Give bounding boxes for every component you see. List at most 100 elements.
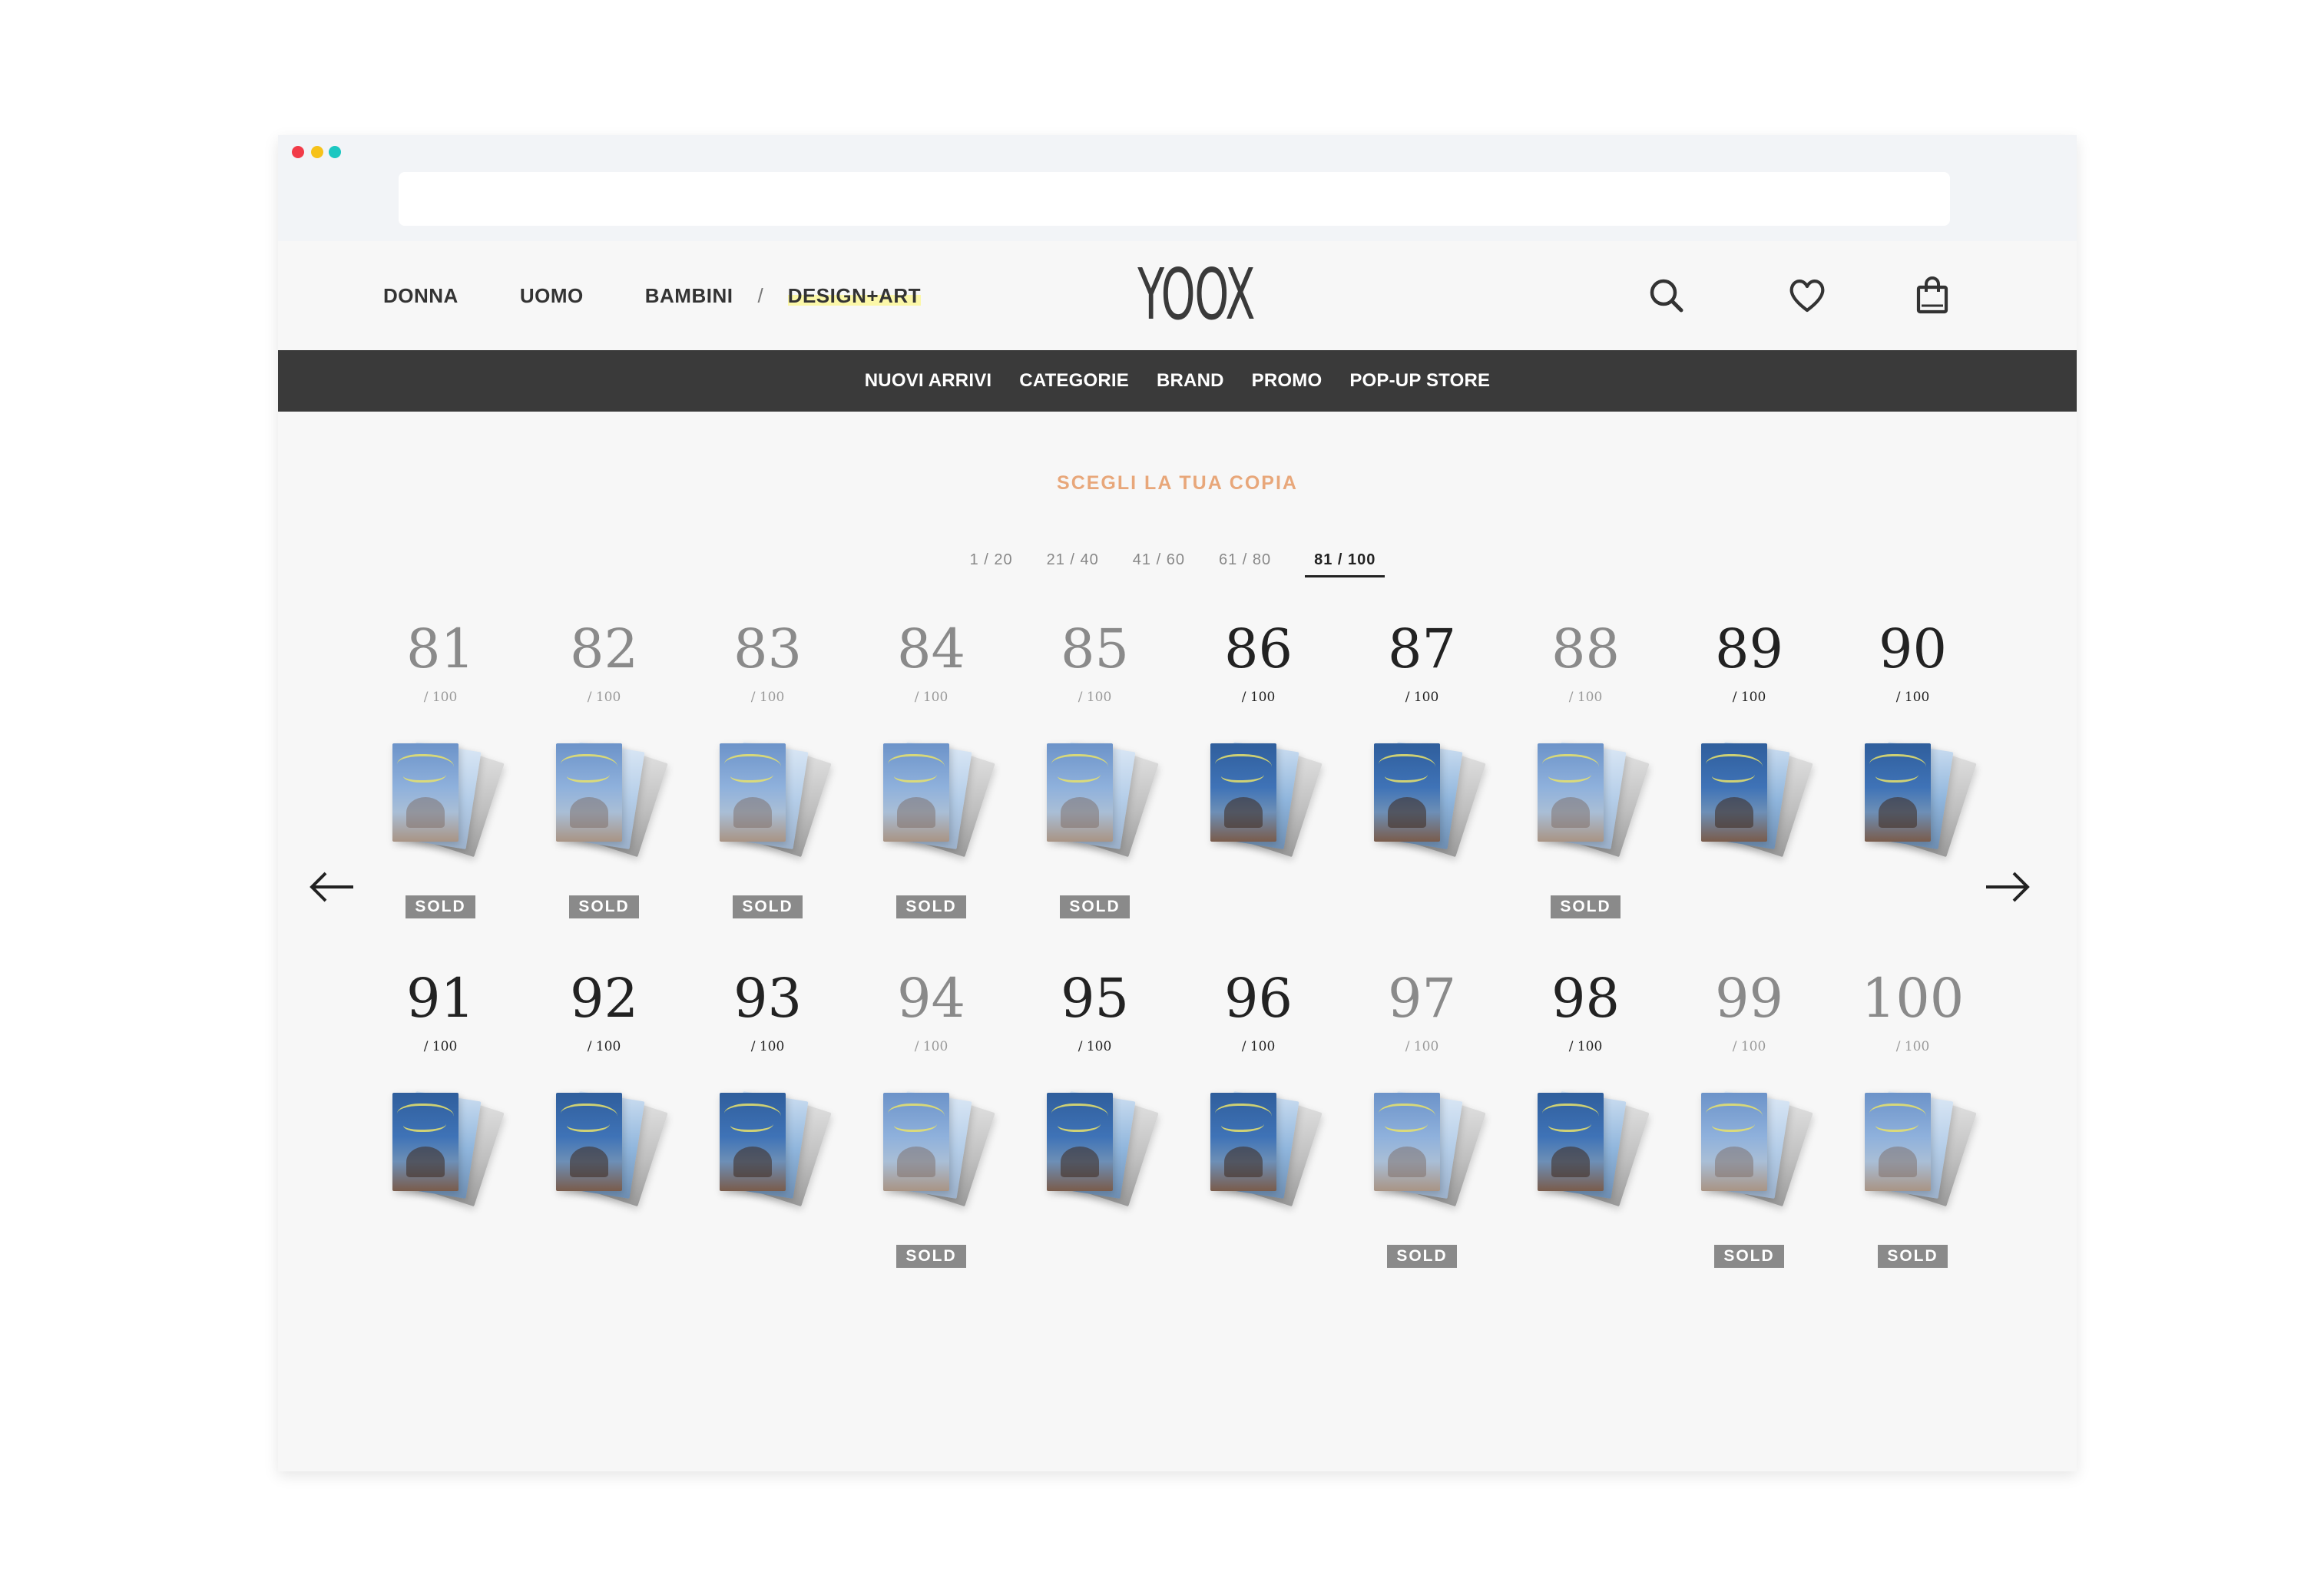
- copy-card[interactable]: 92 / 100: [522, 968, 686, 1318]
- copy-card: 85 / 100 SOLD: [1013, 619, 1177, 968]
- menu-categorie[interactable]: CATEGORIE: [1019, 370, 1129, 392]
- site-logo[interactable]: YOOX: [1137, 260, 1255, 330]
- copy-card[interactable]: 98 / 100: [1504, 968, 1667, 1318]
- booklet-image[interactable]: [1848, 734, 1978, 865]
- copy-total: / 100: [1568, 690, 1603, 705]
- cover-figure: [1714, 797, 1753, 828]
- close-window-dot[interactable]: [292, 146, 304, 158]
- copy-number: 90: [1878, 617, 1948, 680]
- minimize-window-dot[interactable]: [311, 146, 323, 158]
- copy-total: / 100: [1732, 690, 1766, 705]
- browser-chrome: [278, 135, 2077, 241]
- shopping-bag-icon[interactable]: [1912, 275, 1953, 316]
- copy-card: 100 / 100 SOLD: [1831, 968, 1995, 1318]
- cover-title-art: [1548, 1116, 1591, 1132]
- copy-card[interactable]: 90 / 100: [1831, 619, 1995, 968]
- copy-number: 86: [1223, 617, 1293, 680]
- cover-title-art: [566, 1116, 610, 1132]
- copy-number: 81: [406, 617, 475, 680]
- cover-figure: [406, 797, 445, 828]
- booklet-image[interactable]: [1030, 1084, 1160, 1214]
- top-nav: DONNA UOMO BAMBINI / DESIGN+ART: [383, 284, 921, 308]
- copy-total: / 100: [1405, 690, 1439, 705]
- copy-total: / 100: [914, 690, 948, 705]
- cover-title-art: [893, 766, 937, 783]
- nav-bambini[interactable]: BAMBINI: [645, 284, 733, 308]
- cover-title-art: [1057, 766, 1101, 783]
- page-tab-41-60[interactable]: 41 / 60: [1133, 551, 1185, 577]
- copy-card[interactable]: 91 / 100: [359, 968, 522, 1318]
- copy-card[interactable]: 93 / 100: [686, 968, 849, 1318]
- cover-title-art: [1220, 766, 1264, 783]
- copy-total: / 100: [1078, 690, 1112, 705]
- booklet-image[interactable]: [1193, 734, 1324, 865]
- copy-total: / 100: [1895, 1039, 1930, 1054]
- nav-uomo[interactable]: UOMO: [520, 284, 584, 308]
- copy-card: 81 / 100 SOLD: [359, 619, 522, 968]
- booklet-image[interactable]: [703, 1084, 833, 1214]
- page-tab-1-20[interactable]: 1 / 20: [970, 551, 1013, 577]
- copy-total: / 100: [1895, 690, 1930, 705]
- cover-page: [555, 1093, 622, 1191]
- copy-number: 96: [1223, 967, 1293, 1030]
- copy-number: 95: [1060, 967, 1130, 1030]
- copy-total: / 100: [1732, 1039, 1766, 1054]
- menu-pop-up-store[interactable]: POP-UP STORE: [1349, 370, 1490, 392]
- booklet-image: [376, 734, 506, 865]
- maximize-window-dot[interactable]: [329, 146, 341, 158]
- page-tab-21-40[interactable]: 21 / 40: [1047, 551, 1099, 577]
- cover-page: [882, 743, 949, 842]
- cover-figure: [1878, 797, 1917, 828]
- booklet-image[interactable]: [1193, 1084, 1324, 1214]
- page-tab-81-100[interactable]: 81 / 100: [1305, 551, 1385, 577]
- copy-total: / 100: [587, 690, 621, 705]
- copy-total: / 100: [750, 690, 785, 705]
- booklet-image[interactable]: [539, 1084, 670, 1214]
- booklet-image[interactable]: [1357, 734, 1488, 865]
- booklet-image[interactable]: [376, 1084, 506, 1214]
- copy-card[interactable]: 86 / 100: [1177, 619, 1340, 968]
- cover-page: [1046, 1093, 1113, 1191]
- booklet-image: [866, 1084, 997, 1214]
- booklet-image: [1357, 1084, 1488, 1214]
- cover-figure: [1551, 1147, 1590, 1177]
- cover-figure: [1387, 1147, 1426, 1177]
- copy-number: 98: [1551, 967, 1621, 1030]
- copy-number: 82: [569, 617, 639, 680]
- page-tab-61-80[interactable]: 61 / 80: [1219, 551, 1271, 577]
- menu-brand[interactable]: BRAND: [1157, 370, 1224, 392]
- copy-number: 100: [1861, 967, 1965, 1030]
- copy-card[interactable]: 96 / 100: [1177, 968, 1340, 1318]
- category-navbar: NUOVI ARRIVI CATEGORIE BRAND PROMO POP-U…: [278, 350, 2077, 412]
- copy-number: 99: [1714, 967, 1784, 1030]
- booklet-image[interactable]: [1521, 1084, 1651, 1214]
- menu-nuovi-arrivi[interactable]: NUOVI ARRIVI: [865, 370, 992, 392]
- arrow-left-icon[interactable]: [309, 868, 356, 906]
- cover-page: [1210, 743, 1276, 842]
- copy-total: / 100: [1078, 1039, 1112, 1054]
- copy-card[interactable]: 87 / 100: [1340, 619, 1504, 968]
- booklet-image: [866, 734, 997, 865]
- copy-card[interactable]: 89 / 100: [1667, 619, 1831, 968]
- nav-donna[interactable]: DONNA: [383, 284, 459, 308]
- search-icon[interactable]: [1646, 275, 1687, 316]
- copy-number: 85: [1060, 617, 1130, 680]
- address-bar[interactable]: [399, 172, 1950, 226]
- copy-card[interactable]: 95 / 100: [1013, 968, 1177, 1318]
- sold-badge: SOLD: [1878, 1245, 1948, 1268]
- sold-badge: SOLD: [1551, 895, 1621, 918]
- heart-icon[interactable]: [1786, 275, 1828, 316]
- cover-figure: [1060, 1147, 1099, 1177]
- copy-card: 88 / 100 SOLD: [1504, 619, 1667, 968]
- cover-figure: [1551, 797, 1590, 828]
- copy-total: / 100: [587, 1039, 621, 1054]
- range-pager: 1 / 20 21 / 40 41 / 60 61 / 80 81 / 100: [278, 551, 2077, 577]
- nav-design-art[interactable]: DESIGN+ART: [787, 284, 921, 308]
- booklet-image[interactable]: [1684, 734, 1815, 865]
- cover-page: [1700, 743, 1767, 842]
- sold-badge: SOLD: [1060, 895, 1130, 918]
- copy-total: / 100: [1568, 1039, 1603, 1054]
- menu-promo[interactable]: PROMO: [1252, 370, 1323, 392]
- cover-title-art: [893, 1116, 937, 1132]
- cover-title-art: [730, 766, 773, 783]
